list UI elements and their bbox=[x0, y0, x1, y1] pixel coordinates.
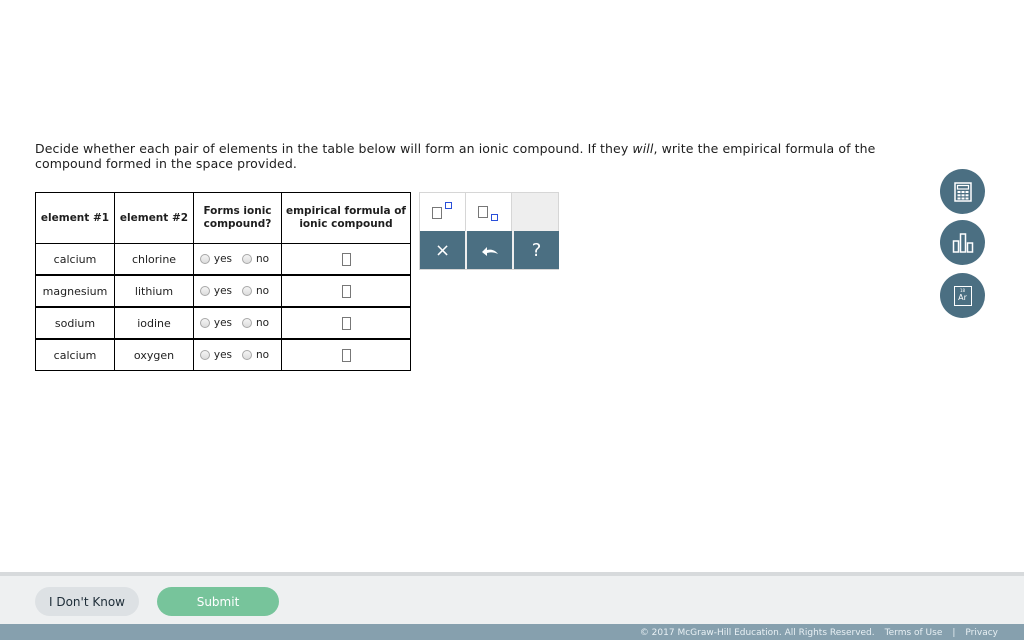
periodic-table-number: 18 bbox=[959, 287, 966, 293]
formula-cell bbox=[281, 243, 411, 276]
yes-no-radio-group: yes no bbox=[194, 285, 281, 297]
element-1-cell: sodium bbox=[35, 306, 115, 340]
terms-link[interactable]: Terms of Use bbox=[885, 628, 943, 638]
no-radio[interactable] bbox=[242, 318, 253, 328]
element-2-cell: oxygen bbox=[114, 338, 194, 371]
bar-chart-icon bbox=[952, 232, 973, 253]
subscript-template-button[interactable] bbox=[466, 193, 512, 231]
undo-icon bbox=[481, 247, 498, 256]
formula-input[interactable] bbox=[341, 284, 351, 298]
legal-links: © 2017 McGraw-Hill Education. All Rights… bbox=[640, 628, 998, 638]
forms-ionic-cell: yes no bbox=[193, 274, 282, 308]
no-label: no bbox=[256, 285, 270, 297]
forms-ionic-cell: yes no bbox=[193, 306, 282, 340]
legal-bar: © 2017 McGraw-Hill Education. All Rights… bbox=[0, 624, 1024, 640]
formula-input[interactable] bbox=[341, 316, 351, 330]
calculator-button[interactable] bbox=[940, 169, 985, 214]
yes-radio[interactable] bbox=[199, 286, 210, 296]
formula-cell bbox=[281, 306, 411, 340]
formula-cell bbox=[281, 338, 411, 371]
no-radio[interactable] bbox=[242, 254, 253, 264]
no-label: no bbox=[256, 317, 270, 329]
data-button[interactable] bbox=[940, 220, 985, 265]
formula-input[interactable] bbox=[341, 348, 351, 362]
periodic-table-symbol: Ar bbox=[958, 292, 967, 302]
element-1-cell: calcium bbox=[35, 243, 115, 276]
forms-ionic-cell: yes no bbox=[193, 243, 282, 276]
footer-bar bbox=[0, 572, 1024, 628]
close-icon: × bbox=[434, 239, 451, 261]
no-radio[interactable] bbox=[242, 350, 253, 360]
yes-label: yes bbox=[213, 317, 233, 329]
element-2-cell: lithium bbox=[114, 274, 194, 308]
formula-input[interactable] bbox=[341, 252, 351, 266]
element-1-cell: calcium bbox=[35, 338, 115, 371]
formula-cell bbox=[281, 274, 411, 308]
yes-radio[interactable] bbox=[199, 254, 210, 264]
undo-button[interactable] bbox=[467, 231, 512, 269]
header-forms-line2: compound? bbox=[203, 218, 272, 230]
help-icon: ? bbox=[531, 239, 542, 261]
question-prompt: Decide whether each pair of elements in … bbox=[35, 141, 935, 171]
yes-no-radio-group: yes no bbox=[194, 349, 281, 361]
dont-know-button[interactable]: I Don't Know bbox=[35, 587, 139, 616]
table-row: calcium oxygen yes no bbox=[35, 338, 411, 371]
header-element-2: element #2 bbox=[114, 192, 194, 244]
table-row: calcium chlorine yes no bbox=[35, 243, 411, 276]
yes-no-radio-group: yes no bbox=[194, 317, 281, 329]
help-button[interactable]: ? bbox=[514, 231, 559, 269]
element-2-cell: chlorine bbox=[114, 243, 194, 276]
elements-table: element #1 element #2 Forms ionic compoun… bbox=[35, 192, 411, 371]
periodic-table-icon: 18 Ar bbox=[953, 285, 972, 306]
yes-no-radio-group: yes no bbox=[194, 253, 281, 265]
copyright-text: © 2017 McGraw-Hill Education. All Rights… bbox=[639, 628, 875, 638]
superscript-template-button[interactable] bbox=[420, 193, 466, 231]
no-radio[interactable] bbox=[242, 286, 253, 296]
periodic-table-button[interactable]: 18 Ar bbox=[940, 273, 985, 318]
header-forms-ionic: Forms ionic compound? bbox=[193, 192, 282, 244]
prompt-text-before: Decide whether each pair of elements in … bbox=[35, 141, 633, 156]
yes-label: yes bbox=[213, 349, 233, 361]
prompt-emphasis: will bbox=[632, 141, 654, 156]
privacy-link[interactable]: Privacy bbox=[965, 628, 998, 638]
header-empirical-formula: empirical formula of ionic compound bbox=[281, 192, 411, 244]
yes-label: yes bbox=[213, 285, 233, 297]
formula-palette: × ? bbox=[419, 192, 559, 270]
yes-radio[interactable] bbox=[199, 318, 210, 328]
no-label: no bbox=[256, 349, 270, 361]
table-row: magnesium lithium yes no bbox=[35, 274, 411, 308]
forms-ionic-cell: yes no bbox=[193, 338, 282, 371]
submit-button[interactable]: Submit bbox=[157, 587, 279, 616]
no-label: no bbox=[256, 253, 270, 265]
legal-separator: | bbox=[952, 628, 956, 638]
table-row: sodium iodine yes no bbox=[35, 306, 411, 340]
element-1-cell: magnesium bbox=[35, 274, 115, 308]
calculator-icon bbox=[953, 181, 972, 202]
header-formula-line1: empirical formula of bbox=[285, 205, 407, 217]
clear-button[interactable]: × bbox=[420, 231, 465, 269]
table-header-row: element #1 element #2 Forms ionic compoun… bbox=[35, 192, 411, 244]
header-forms-line1: Forms ionic bbox=[203, 205, 272, 217]
yes-radio[interactable] bbox=[199, 350, 210, 360]
header-element-1: element #1 bbox=[35, 192, 115, 244]
header-formula-line2: ionic compound bbox=[299, 218, 393, 230]
element-2-cell: iodine bbox=[114, 306, 194, 340]
yes-label: yes bbox=[213, 253, 233, 265]
